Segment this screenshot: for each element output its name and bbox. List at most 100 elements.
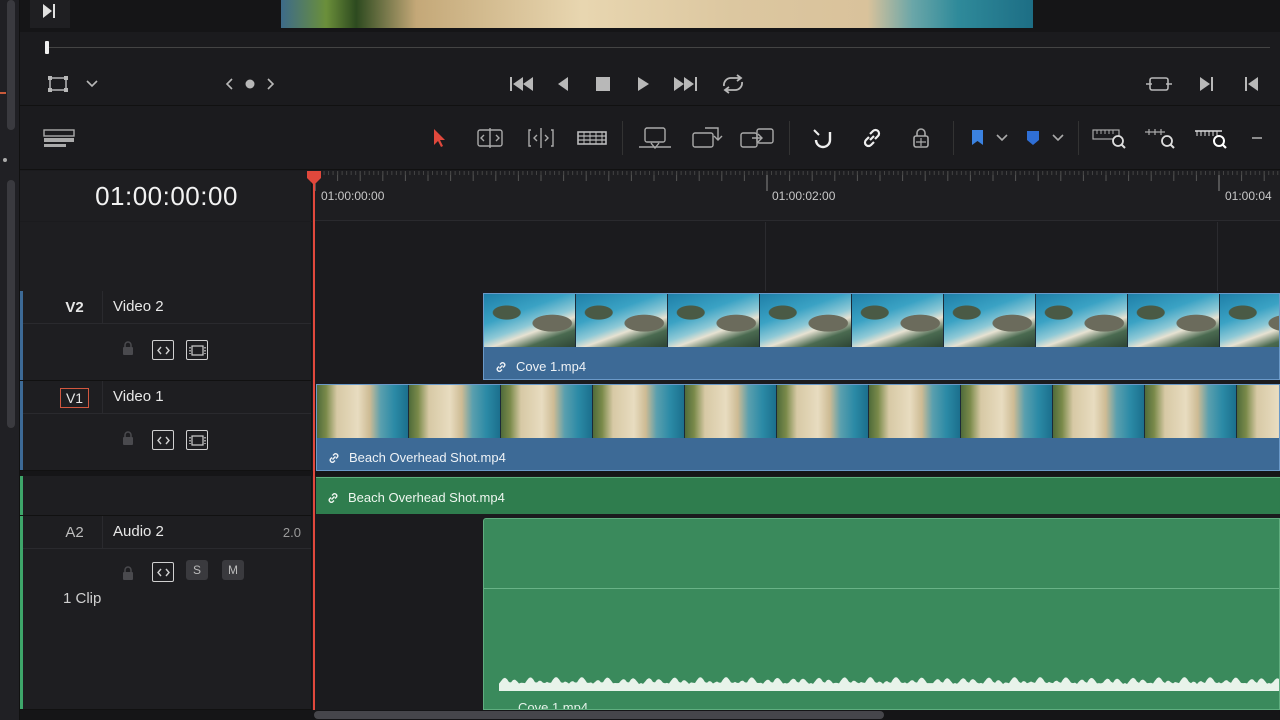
- scrubber-playhead[interactable]: [45, 41, 49, 54]
- linked-selection-icon[interactable]: [853, 123, 891, 153]
- track-id[interactable]: V2: [47, 291, 103, 324]
- clip-label: Beach Overhead Shot.mp4: [326, 490, 505, 505]
- link-icon: [327, 451, 341, 465]
- clip-name: Cove 1.mp4: [518, 700, 589, 710]
- grid-line: [765, 222, 766, 291]
- clip-thumbnail: [852, 294, 944, 347]
- timeline-view-options-icon[interactable]: [40, 123, 78, 153]
- blade-tool-icon[interactable]: [573, 123, 611, 153]
- window-left-strip: [0, 0, 20, 720]
- viewer-frame-icon[interactable]: [46, 72, 76, 96]
- selection-tool-icon[interactable]: [420, 123, 458, 153]
- auto-track-select-icon[interactable]: [152, 562, 174, 582]
- waveform-path: [499, 677, 1279, 691]
- position-lock-icon[interactable]: [902, 123, 940, 153]
- track-name-row: V1 Video 1: [23, 381, 311, 414]
- auto-track-select-icon[interactable]: [152, 430, 174, 450]
- mark-in-icon[interactable]: [1194, 72, 1218, 96]
- skip-forward-icon[interactable]: [30, 0, 70, 28]
- match-frame-icon[interactable]: [1144, 72, 1174, 96]
- timeline-timecode[interactable]: 01:00:00:00: [93, 181, 238, 212]
- solo-button[interactable]: S: [186, 560, 208, 580]
- viewer-scrubber[interactable]: [20, 32, 1280, 64]
- track-id[interactable]: A2: [47, 516, 103, 549]
- clip-cove-1-audio[interactable]: Cove 1.mp4: [483, 518, 1280, 710]
- overwrite-clip-icon[interactable]: [687, 123, 725, 153]
- jump-to-end-icon[interactable]: [670, 72, 700, 96]
- chevron-down-icon[interactable]: [82, 72, 102, 96]
- stop-icon[interactable]: [591, 72, 615, 96]
- left-scrollbar-top[interactable]: [7, 0, 15, 130]
- left-scrollbar-bottom[interactable]: [7, 180, 15, 428]
- track-header-a1[interactable]: [20, 476, 312, 516]
- lock-icon[interactable]: [120, 428, 136, 448]
- flag-dropdown-chevron-icon[interactable]: [990, 123, 1014, 153]
- clip-cove-1-video[interactable]: Cove 1.mp4: [483, 293, 1280, 380]
- timeline-horizontal-scrollbar[interactable]: [20, 710, 1280, 720]
- loop-icon[interactable]: [718, 72, 748, 96]
- auto-track-select-icon[interactable]: [152, 340, 174, 360]
- clip-thumbnail: [944, 294, 1036, 347]
- lock-icon[interactable]: [120, 563, 136, 583]
- play-icon[interactable]: [631, 72, 655, 96]
- track-header-v1[interactable]: V1 Video 1: [20, 381, 312, 471]
- track-name[interactable]: Video 1: [113, 388, 164, 405]
- marker-icon[interactable]: [1018, 123, 1048, 153]
- viewer-frame-image: [281, 0, 1033, 28]
- clip-thumbnail: [668, 294, 760, 347]
- clip-label: Cove 1.mp4: [494, 359, 586, 374]
- clip-beach-overhead-video[interactable]: Beach Overhead Shot.mp4: [316, 384, 1280, 471]
- playhead-line[interactable]: [313, 180, 315, 710]
- track-header-v2[interactable]: V2 Video 2: [20, 291, 312, 381]
- clip-name: Beach Overhead Shot.mp4: [348, 490, 505, 505]
- clip-thumbnail: [1145, 385, 1237, 438]
- zoom-full-icon[interactable]: [1090, 123, 1128, 153]
- timecode-panel: 01:00:00:00: [20, 171, 312, 221]
- clip-thumbnail: [760, 294, 852, 347]
- track-name[interactable]: Video 2: [113, 298, 164, 315]
- step-back-icon[interactable]: [551, 72, 575, 96]
- grid-line: [1217, 222, 1218, 291]
- timeline-ruler[interactable]: 01:00:00:00 01:00:02:00 01:00:04: [313, 171, 1280, 221]
- scrollbar-thumb[interactable]: [314, 711, 884, 719]
- insert-clip-icon[interactable]: [636, 123, 674, 153]
- toolbar-separator: [1078, 121, 1079, 155]
- left-marker: [0, 92, 6, 94]
- clip-thumbnail: [576, 294, 668, 347]
- disable-track-icon[interactable]: [186, 340, 208, 360]
- dynamic-trim-icon[interactable]: [522, 123, 560, 153]
- flag-icon[interactable]: [962, 123, 992, 153]
- clip-nav-icon[interactable]: [220, 72, 280, 96]
- marker-dropdown-chevron-icon[interactable]: [1046, 123, 1070, 153]
- track-name[interactable]: Audio 2: [113, 523, 164, 540]
- clip-thumbnail: [317, 385, 409, 438]
- track-name-row: V2 Video 2: [23, 291, 311, 324]
- clip-count: 1 Clip: [63, 590, 102, 607]
- clip-label: Beach Overhead Shot.mp4: [327, 450, 506, 465]
- zoom-out-icon[interactable]: [1242, 123, 1272, 153]
- clip-thumbnail: [1036, 294, 1128, 347]
- toolbar-separator: [789, 121, 790, 155]
- track-name-row: A2 Audio 2 2.0: [23, 516, 311, 549]
- clip-thumbnail: [777, 385, 869, 438]
- link-icon: [326, 491, 340, 505]
- zoom-detail-icon[interactable]: [1141, 123, 1179, 153]
- disable-track-icon[interactable]: [186, 430, 208, 450]
- jump-to-start-icon[interactable]: [507, 72, 537, 96]
- audio-waveform: [499, 677, 1279, 691]
- snapping-icon[interactable]: [803, 123, 841, 153]
- mute-button[interactable]: M: [222, 560, 244, 580]
- replace-clip-icon[interactable]: [738, 123, 776, 153]
- lock-icon[interactable]: [120, 338, 136, 358]
- clip-thumbnail: [685, 385, 777, 438]
- left-dot: [3, 158, 7, 162]
- clip-beach-overhead-audio[interactable]: Beach Overhead Shot.mp4: [316, 477, 1280, 514]
- trim-tool-icon[interactable]: [471, 123, 509, 153]
- ruler-label-start: 01:00:00:00: [321, 189, 385, 203]
- playhead-handle[interactable]: [305, 171, 323, 185]
- track-id[interactable]: V1: [47, 381, 103, 414]
- clip-thumbnail: [593, 385, 685, 438]
- zoom-custom-icon[interactable]: [1192, 123, 1230, 153]
- track-header-a2[interactable]: A2 Audio 2 2.0 S M 1 Clip: [20, 516, 312, 710]
- mark-out-icon[interactable]: [1240, 72, 1264, 96]
